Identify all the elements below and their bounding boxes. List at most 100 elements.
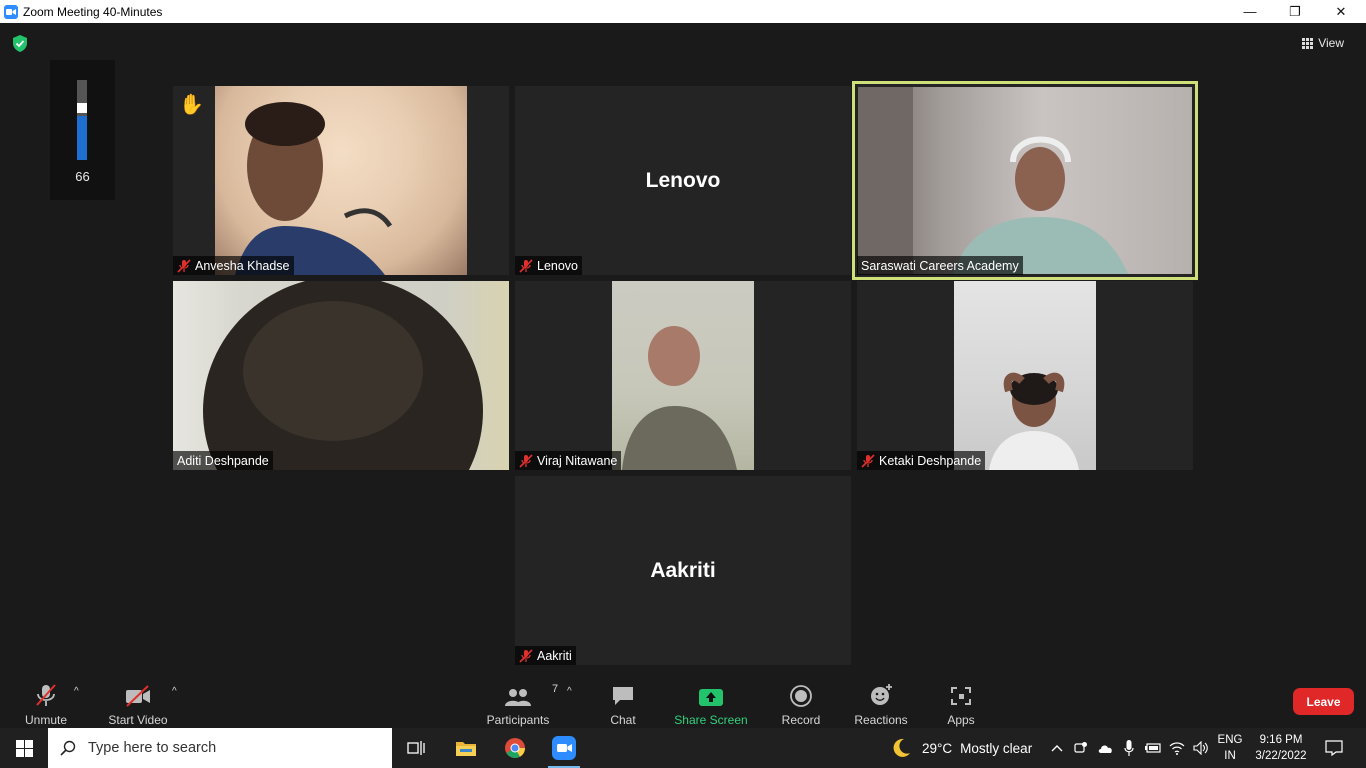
video-tile[interactable]: Ketaki Deshpande: [857, 281, 1193, 470]
participant-silhouette: [989, 372, 1079, 470]
unmute-button[interactable]: Unmute: [22, 678, 70, 728]
view-button[interactable]: View: [1302, 36, 1344, 50]
participant-nametag: Ketaki Deshpande: [857, 451, 986, 470]
maximize-icon: ❐: [1289, 3, 1301, 19]
video-tile[interactable]: Aakriti Aakriti: [515, 476, 851, 665]
participants-options-caret-icon[interactable]: ^: [567, 686, 572, 697]
chat-label: Chat: [610, 713, 636, 727]
maximize-button[interactable]: ❐: [1272, 0, 1318, 23]
participants-count: 7: [552, 683, 559, 695]
participant-name: Aditi Deshpande: [177, 453, 269, 468]
audio-level-meter: 66: [50, 60, 115, 200]
participant-silhouette: [235, 102, 393, 275]
weather-text: Mostly clear: [960, 740, 1033, 756]
taskbar-clock[interactable]: 9:16 PM 3/22/2022: [1250, 728, 1312, 768]
encryption-shield-icon[interactable]: [12, 35, 28, 52]
folder-icon: [456, 742, 476, 756]
file-explorer-button[interactable]: [442, 728, 490, 768]
task-view-icon: [407, 741, 425, 755]
video-tile[interactable]: Lenovo Lenovo: [515, 86, 851, 275]
input-language-indicator[interactable]: ENG IN: [1214, 728, 1246, 768]
battery-button[interactable]: [1141, 728, 1165, 768]
reactions-icon: [871, 684, 892, 705]
audio-options-caret-icon[interactable]: ^: [74, 686, 79, 697]
network-button[interactable]: [1165, 728, 1189, 768]
weather-temp: 29°C: [922, 740, 953, 756]
zoom-icon: [552, 736, 576, 760]
language-code: ENG: [1217, 734, 1243, 746]
participants-label: Participants: [486, 713, 550, 727]
share-screen-button[interactable]: Share Screen: [674, 678, 748, 728]
apps-icon: [951, 687, 971, 705]
record-icon: [790, 685, 812, 707]
participant-name: Ketaki Deshpande: [879, 453, 982, 468]
leave-button[interactable]: Leave: [1293, 688, 1354, 715]
show-hidden-icons-button[interactable]: [1045, 728, 1069, 768]
reactions-button[interactable]: Reactions: [852, 678, 910, 728]
participant-video: [173, 281, 509, 470]
video-options-caret-icon[interactable]: ^: [172, 686, 177, 697]
muted-mic-icon: [861, 453, 875, 468]
start-video-button[interactable]: Start Video: [107, 678, 169, 728]
microphone-tray-button[interactable]: [1117, 728, 1141, 768]
grid-view-icon: [1302, 37, 1314, 49]
windows-logo-icon: [15, 739, 33, 757]
onedrive-button[interactable]: [1093, 728, 1117, 768]
participant-name: Aakriti: [537, 648, 572, 663]
cloud-icon: [1098, 745, 1112, 753]
clock-date: 3/22/2022: [1255, 750, 1307, 762]
participants-button[interactable]: 7 Participants: [486, 678, 558, 728]
volume-button[interactable]: [1189, 728, 1213, 768]
meeting-area: View 66 ✋ Anvesha Khadse Lenovo Lenovo S…: [0, 23, 1366, 678]
window-title: Zoom Meeting 40-Minutes: [23, 4, 163, 19]
participant-silhouette: [858, 87, 1128, 274]
chrome-button[interactable]: [491, 728, 539, 768]
wifi-icon: [1169, 742, 1185, 755]
close-icon: ✕: [1335, 3, 1347, 19]
participant-video: [954, 281, 1096, 470]
participant-nametag: Lenovo: [515, 256, 583, 275]
meet-now-icon: [1074, 742, 1087, 753]
task-view-button[interactable]: [392, 728, 440, 768]
weather-widget[interactable]: 29°C Mostly clear: [890, 728, 1032, 768]
chrome-icon: [505, 738, 526, 758]
minimize-button[interactable]: —: [1227, 0, 1273, 23]
minimize-icon: —: [1243, 4, 1257, 19]
chat-button[interactable]: Chat: [604, 678, 642, 728]
notifications-button[interactable]: [1318, 728, 1350, 768]
raised-hand-icon: ✋: [179, 94, 204, 116]
muted-mic-icon: [519, 258, 533, 273]
video-tile[interactable]: Aditi Deshpande: [173, 281, 509, 470]
start-button[interactable]: [0, 728, 48, 768]
taskbar-search[interactable]: Type here to search: [48, 728, 392, 768]
participant-display-name: Aakriti: [650, 558, 716, 582]
close-button[interactable]: ✕: [1318, 0, 1364, 23]
participant-nametag: Viraj Nitawane: [515, 451, 622, 470]
clock-time: 9:16 PM: [1259, 734, 1303, 746]
reactions-label: Reactions: [854, 713, 908, 727]
record-button[interactable]: Record: [779, 678, 823, 728]
participant-silhouette: [622, 326, 737, 470]
speaker-icon: [1193, 741, 1208, 755]
search-placeholder: Type here to search: [88, 740, 217, 756]
audio-level-fill: [77, 116, 87, 160]
video-tile-active-speaker[interactable]: Saraswati Careers Academy: [852, 81, 1198, 280]
participant-video: [215, 86, 467, 275]
participant-video: [612, 281, 754, 470]
share-screen-label: Share Screen: [674, 713, 748, 727]
participant-silhouette: [203, 281, 483, 470]
muted-mic-icon: [519, 453, 533, 468]
audio-level-value: 66: [75, 169, 90, 184]
apps-button[interactable]: Apps: [942, 678, 980, 728]
video-tile[interactable]: Viraj Nitawane: [515, 281, 851, 470]
search-icon: [60, 740, 76, 756]
participant-display-name: Lenovo: [645, 168, 721, 192]
record-label: Record: [781, 713, 821, 727]
microphone-icon: [1124, 740, 1134, 756]
muted-mic-icon: [519, 648, 533, 663]
meeting-toolbar: Unmute ^ Start Video ^ 7 Participants ^ …: [0, 678, 1366, 728]
zoom-taskbar-button[interactable]: [540, 728, 588, 768]
participant-nametag: Anvesha Khadse: [173, 256, 294, 275]
video-tile[interactable]: ✋ Anvesha Khadse: [173, 86, 509, 275]
meet-now-button[interactable]: [1069, 728, 1093, 768]
